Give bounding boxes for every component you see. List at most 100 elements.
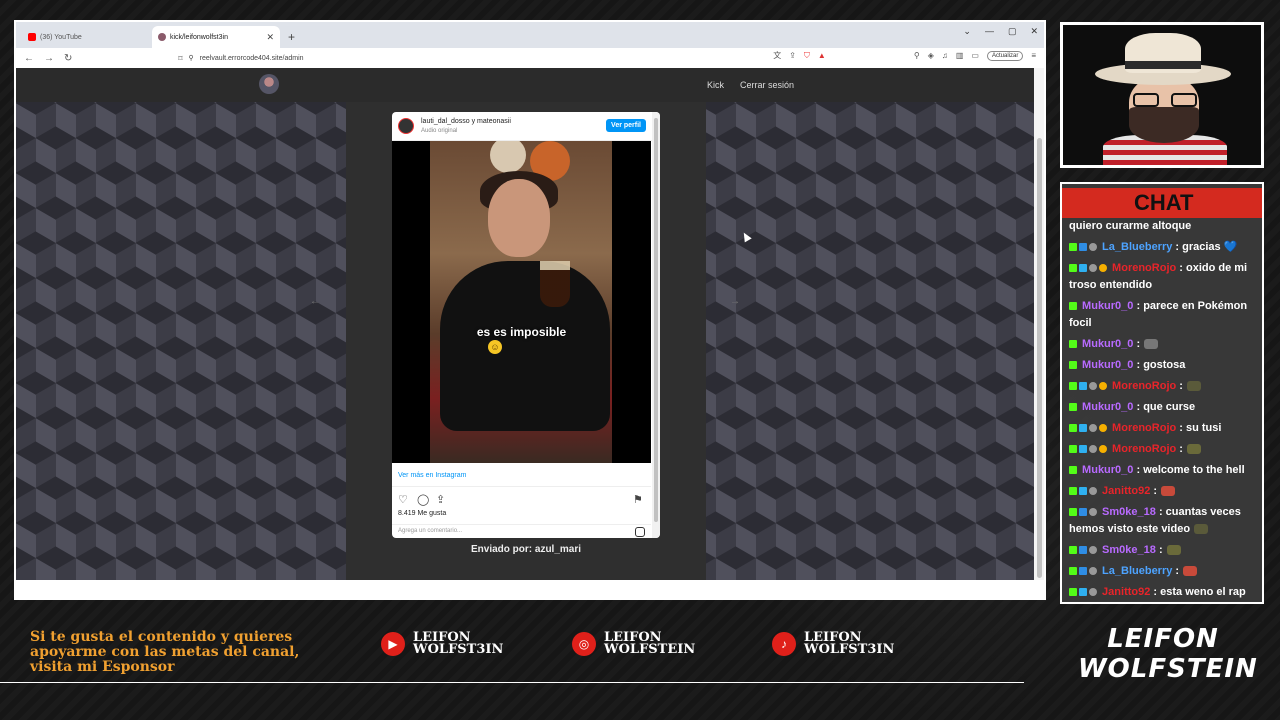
comment-icon[interactable]: ◯	[417, 493, 429, 506]
close-window-icon[interactable]: ✕	[1030, 26, 1038, 37]
reload-icon[interactable]: ↻	[64, 53, 72, 64]
forward-icon[interactable]: →	[44, 53, 54, 64]
nav-kick-link[interactable]: Kick	[707, 80, 724, 90]
chat-text: :	[1179, 380, 1183, 392]
back-icon[interactable]: ←	[24, 53, 34, 64]
embed-scrollbar[interactable]	[652, 112, 660, 538]
tab-label: kick/leifonwolfst3in	[170, 33, 228, 41]
chat-username[interactable]: Janitto92	[1099, 485, 1153, 497]
maximize-icon[interactable]: ▢	[1008, 26, 1017, 37]
bookmark-icon[interactable]: ⚑	[633, 493, 643, 506]
chat-badge-icon	[1089, 424, 1097, 433]
heart-icon[interactable]: ♡	[398, 493, 408, 506]
wallet-icon[interactable]: ▭	[971, 51, 979, 60]
chat-username[interactable]: Mukur0_0	[1079, 401, 1136, 413]
close-tab-icon[interactable]: ✕	[266, 32, 274, 43]
chat-username[interactable]: Mukur0_0	[1079, 464, 1136, 476]
site-info-icon[interactable]: ⚲	[189, 54, 194, 62]
reel-video[interactable]: es es imposible ☺	[392, 141, 651, 463]
chat-username[interactable]: MorenoRojo	[1109, 422, 1179, 434]
instagram-icon[interactable]	[635, 527, 645, 537]
audio-label: Audio original	[421, 128, 458, 134]
chat-badge-icon	[1069, 403, 1077, 412]
mouse-cursor-icon	[740, 230, 752, 243]
person-head	[488, 179, 550, 257]
new-tab-button[interactable]: +	[282, 26, 301, 48]
avatar-beard	[1129, 107, 1199, 143]
instagram-embed: lauti_dal_dosso y mateonasii Audio origi…	[392, 112, 660, 538]
social-line2: WOLFSTEIN	[604, 642, 696, 657]
share-icon[interactable]: ⇪	[789, 51, 796, 60]
chat-badge-icon	[1069, 382, 1077, 391]
window-controls: ⌄ — ▢ ✕	[963, 26, 1038, 37]
reel-viewer: lauti_dal_dosso y mateonasii Audio origi…	[346, 102, 706, 580]
chat-username[interactable]: Mukur0_0	[1079, 300, 1136, 312]
site-logo[interactable]	[259, 74, 279, 94]
previous-arrow-icon[interactable]: ←	[310, 296, 320, 307]
chat-username[interactable]: MorenoRojo	[1109, 380, 1179, 392]
chat-username[interactable]: Mukur0_0	[1079, 359, 1136, 371]
shield-icon[interactable]: ⛉	[804, 51, 810, 61]
chat-username[interactable]: MorenoRojo	[1109, 262, 1179, 274]
chat-username[interactable]: Sm0ke_18	[1099, 506, 1159, 518]
dropdown-icon[interactable]: ⌄	[963, 26, 971, 37]
translate-icon[interactable]: 文	[773, 50, 781, 61]
chat-message: Janitto92 : esta weno el rap	[1069, 584, 1261, 601]
next-arrow-icon[interactable]: →	[730, 296, 740, 307]
chat-username[interactable]: Janitto92	[1099, 586, 1153, 598]
sidebar-icon[interactable]: ▥	[956, 51, 964, 60]
tab-youtube[interactable]: (36) YouTube	[22, 26, 150, 48]
embed-scrollbar-thumb[interactable]	[654, 118, 658, 522]
chat-badge-icon	[1099, 382, 1107, 391]
chat-username[interactable]: MorenoRojo	[1109, 443, 1179, 455]
site-header: Kick Cerrar sesión	[16, 68, 1034, 102]
minimize-icon[interactable]: —	[985, 26, 994, 37]
chat-username[interactable]: Sm0ke_18	[1099, 544, 1159, 556]
view-profile-button[interactable]: Ver perfil	[606, 119, 646, 132]
page-scrollbar-thumb[interactable]	[1037, 138, 1042, 578]
person-body	[440, 261, 610, 431]
alert-icon[interactable]: ▲	[818, 51, 826, 60]
view-more-link[interactable]: Ver más en Instagram	[398, 472, 466, 479]
menu-icon[interactable]: ≡	[1031, 51, 1036, 60]
chat-message: MorenoRojo : oxido de mi troso entendido	[1069, 260, 1261, 294]
chat-badge-icon	[1079, 567, 1087, 576]
chat-badge-icon	[1069, 546, 1077, 555]
bookmark-icon[interactable]: ⌑	[178, 54, 182, 63]
instagram-username[interactable]: lauti_dal_dosso y mateonasii	[421, 118, 511, 125]
comment-field[interactable]: Agrega un comentario...	[392, 524, 651, 538]
smile-emoji-icon: ☺	[488, 340, 502, 354]
music-icon[interactable]: ♫	[942, 51, 948, 60]
chat-badge-icon	[1089, 546, 1097, 555]
chat-badge-icon	[1069, 264, 1077, 273]
video-caption: es es imposible	[476, 325, 567, 339]
chat-username[interactable]: La_Blueberry	[1099, 565, 1175, 577]
chat-text: : welcome to the hell	[1136, 464, 1245, 476]
chat-badge-icon	[1069, 567, 1077, 576]
chat-badge-icon	[1089, 243, 1097, 252]
chat-emote-icon	[1186, 444, 1201, 455]
page-scrollbar[interactable]	[1034, 68, 1044, 580]
avatar[interactable]	[398, 118, 414, 134]
extension-icon[interactable]: ◈	[928, 51, 934, 60]
pin-icon[interactable]: ⚲	[914, 51, 920, 60]
nav-logout-link[interactable]: Cerrar sesión	[740, 80, 794, 90]
chat-username[interactable]: Mukur0_0	[1079, 338, 1136, 350]
avatar-glasses	[1133, 93, 1197, 107]
chat-text: : esta weno el rap	[1153, 586, 1246, 598]
chat-badge-icon	[1079, 508, 1087, 517]
youtube-social: ▶ LEIFON WOLFST3IN	[381, 631, 504, 657]
share-icon[interactable]: ⇪	[436, 493, 445, 506]
instagram-header: lauti_dal_dosso y mateonasii Audio origi…	[392, 112, 660, 141]
chat-badge-icon	[1079, 487, 1087, 496]
chat-badge-icon	[1089, 487, 1097, 496]
brand-logo: LEIFON WOLFSTEIN	[1078, 624, 1258, 684]
tab-kick[interactable]: kick/leifonwolfst3in ✕	[152, 26, 280, 48]
url-field[interactable]: ⌑ ⚲ reelvault.errorcode404.site/admin	[178, 54, 303, 63]
chat-badge-icon	[1069, 487, 1077, 496]
social-line2: WOLFST3IN	[413, 642, 504, 657]
update-button[interactable]: Actualizar	[986, 50, 1024, 61]
chat-badge-icon	[1079, 424, 1087, 433]
tiktok-social: ♪ LEIFON WOLFST3IN	[772, 631, 894, 656]
chat-username[interactable]: La_Blueberry	[1099, 241, 1175, 253]
